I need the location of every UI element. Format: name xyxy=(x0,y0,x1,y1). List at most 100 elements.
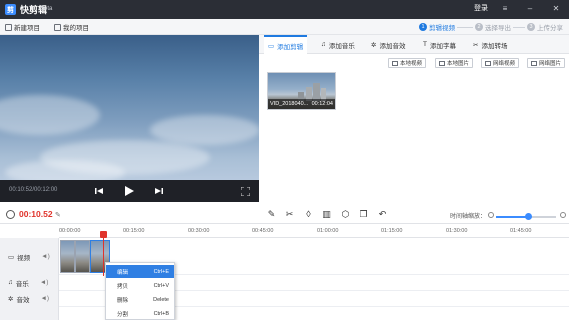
web-image-button[interactable]: 网络图片 xyxy=(527,58,566,68)
timeline-ruler[interactable]: 00:00:00 00:15:00 00:30:00 00:45:00 01:0… xyxy=(59,226,569,238)
crop-icon[interactable]: ⬡ xyxy=(340,209,351,220)
clip-context-menu: 编辑 Ctrl+E 拷贝 Ctrl+V 删除 Delete 分割 Ctrl+B xyxy=(105,262,175,320)
new-project-button[interactable]: 新建项目 xyxy=(5,22,40,32)
local-image-button[interactable]: 本地图片 xyxy=(435,58,474,68)
cloud-shape xyxy=(5,160,125,180)
menu-item-shortcut: Ctrl+B xyxy=(153,310,169,317)
zoom-in-icon[interactable] xyxy=(560,212,566,218)
app-logo-icon: 剪 xyxy=(5,4,16,15)
player-timecode: 00:10:52/00:12:00 xyxy=(9,187,58,193)
local-video-icon xyxy=(392,60,398,66)
menu-item-label: 分割 xyxy=(117,311,129,318)
button-label: 网络视频 xyxy=(493,61,516,67)
edit-time-icon[interactable]: ✎ xyxy=(55,211,61,219)
tab-label: 添加字幕 xyxy=(429,42,456,50)
local-image-icon xyxy=(439,60,445,66)
undo-icon[interactable]: ↶ xyxy=(377,209,388,220)
previous-frame-button[interactable] xyxy=(92,184,106,198)
minimize-icon[interactable]: – xyxy=(524,2,536,16)
ruler-tick: 01:15:00 xyxy=(381,228,403,234)
volume-icon[interactable]: ◄) xyxy=(40,295,49,302)
video-preview[interactable] xyxy=(0,35,259,180)
track-label: 音效 xyxy=(16,296,30,304)
zoom-slider-fill xyxy=(496,216,528,218)
cloud-shape xyxy=(0,95,100,135)
edit-toolbar: 00:10.52 ✎ ✎ ✂ ◊ ▥ ⬡ ❐ ↶ 时间轴缩放： xyxy=(0,206,569,224)
menu-icon[interactable]: ≡ xyxy=(499,2,511,16)
volume-icon[interactable]: ◄) xyxy=(41,253,50,260)
tab-add-subtitle[interactable]: T 添加字幕 xyxy=(419,35,460,54)
skip-forward-icon xyxy=(155,188,163,194)
track-header-music: ♫ 音乐 ◄) xyxy=(0,275,59,290)
step-connector xyxy=(513,27,525,28)
button-label: 本地图片 xyxy=(447,61,470,67)
step-share[interactable]: 3 上传分享 xyxy=(527,22,563,32)
cloud-shape xyxy=(150,115,259,145)
login-link[interactable]: 登录 xyxy=(474,3,488,13)
menu-item-shortcut: Delete xyxy=(153,296,169,303)
new-project-icon xyxy=(5,23,12,31)
ruler-tick: 01:00:00 xyxy=(317,228,339,234)
play-icon xyxy=(125,186,134,196)
step-number: 2 xyxy=(475,23,483,31)
step-export[interactable]: 2 选择导出 xyxy=(475,22,511,32)
music-track-icon: ♫ xyxy=(8,279,13,286)
zoom-label: 时间轴缩放： xyxy=(450,214,487,220)
close-icon[interactable]: ✕ xyxy=(550,2,562,16)
zoom-out-icon[interactable] xyxy=(488,212,494,218)
sound-effect-track-icon: ✲ xyxy=(8,295,14,303)
tab-add-transition[interactable]: ✂ 添加转场 xyxy=(469,35,511,54)
web-video-icon xyxy=(485,60,491,66)
step-label: 上传分享 xyxy=(537,25,563,32)
text-icon: T xyxy=(423,41,427,48)
track-headers: ▭ 视频 ◄) ♫ 音乐 ◄) ✲ 音效 ◄) xyxy=(0,238,59,320)
tab-label: 添加剪辑 xyxy=(277,43,304,51)
fullscreen-button[interactable] xyxy=(238,184,252,198)
local-video-button[interactable]: 本地视频 xyxy=(388,58,427,68)
tab-add-sound-effect[interactable]: ✲ 添加音效 xyxy=(367,35,409,54)
playhead-line[interactable] xyxy=(103,232,104,276)
zoom-slider-knob[interactable] xyxy=(525,213,532,220)
scissors-icon[interactable]: ✂ xyxy=(284,209,295,220)
my-projects-label: 我的项目 xyxy=(63,25,89,32)
menu-item-label: 编辑 xyxy=(117,269,129,276)
edit-pen-icon[interactable]: ✎ xyxy=(266,209,277,220)
volume-icon[interactable]: ◄) xyxy=(40,279,49,286)
video-track-icon: ▭ xyxy=(8,253,15,261)
fullscreen-icon xyxy=(240,186,250,196)
video-clip[interactable] xyxy=(60,240,75,273)
menu-item-delete[interactable]: 删除 Delete xyxy=(106,293,174,306)
sound-effect-icon: ✲ xyxy=(371,41,377,49)
ruler-tick: 00:30:00 xyxy=(188,228,210,234)
copy-icon[interactable]: ❐ xyxy=(358,209,369,220)
ruler-tick: 01:45:00 xyxy=(510,228,532,234)
play-button[interactable] xyxy=(122,184,136,198)
project-toolbar: 新建项目 我的项目 1 剪辑视频 2 选择导出 3 上传分享 xyxy=(0,19,569,35)
ruler-tick: 00:45:00 xyxy=(252,228,274,234)
ruler-tick: 00:00:00 xyxy=(59,228,81,234)
tab-add-clip[interactable]: ▭ 添加剪辑 xyxy=(264,35,308,54)
step-edit[interactable]: 1 剪辑视频 xyxy=(419,22,455,32)
music-icon: ♫ xyxy=(321,41,326,48)
beta-badge: Beta xyxy=(40,6,53,12)
ruler-tick: 00:15:00 xyxy=(123,228,145,234)
bell-icon[interactable]: ◊ xyxy=(303,209,314,220)
tab-label: 添加转场 xyxy=(481,42,508,50)
trash-icon[interactable]: ▥ xyxy=(321,209,332,220)
web-image-icon xyxy=(531,60,537,66)
my-projects-button[interactable]: 我的项目 xyxy=(54,22,89,32)
tab-add-music[interactable]: ♫ 添加音乐 xyxy=(317,35,359,54)
clock-icon xyxy=(6,210,15,219)
menu-item-split[interactable]: 分割 Ctrl+B xyxy=(106,307,174,320)
menu-item-edit[interactable]: 编辑 Ctrl+E xyxy=(106,265,174,278)
media-thumbnail[interactable]: VID_2018040... 00:12:04 xyxy=(267,72,336,110)
button-label: 网络图片 xyxy=(539,61,562,67)
video-clip[interactable] xyxy=(75,240,90,273)
button-label: 本地视频 xyxy=(400,61,423,67)
next-frame-button[interactable] xyxy=(152,184,166,198)
web-video-button[interactable]: 网络视频 xyxy=(481,58,520,68)
step-label: 选择导出 xyxy=(485,25,511,32)
track-header-sound-effect: ✲ 音效 ◄) xyxy=(0,291,59,306)
menu-item-copy[interactable]: 拷贝 Ctrl+V xyxy=(106,279,174,292)
menu-item-shortcut: Ctrl+V xyxy=(153,282,169,289)
